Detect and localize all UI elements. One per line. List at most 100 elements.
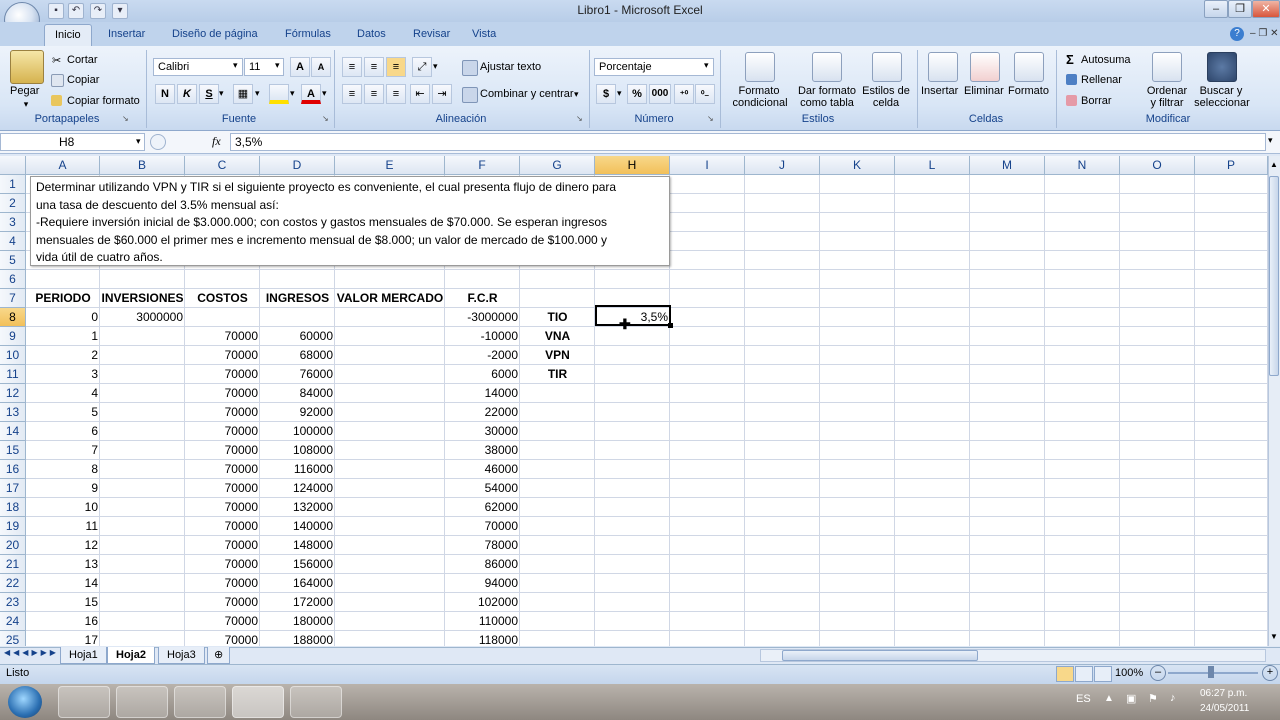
format-as-table-label-1[interactable]: Dar formato [794,85,860,97]
row-header-24[interactable]: 24 [0,612,26,631]
cell-costos[interactable] [185,308,260,327]
decrease-decimal-icon[interactable]: ⁰₋ [695,84,715,104]
row-header-2[interactable]: 2 [0,194,26,213]
cell-inversiones[interactable] [100,441,185,460]
tab-insertar[interactable]: Insertar [98,24,155,45]
fill-color-icon[interactable] [269,84,289,104]
cell-costos[interactable]: 70000 [185,536,260,555]
cell-inversiones[interactable] [100,422,185,441]
cell-ingresos[interactable]: 124000 [260,479,335,498]
cell-inversiones[interactable] [100,536,185,555]
conditional-format-icon[interactable] [745,52,775,82]
row-header-6[interactable]: 6 [0,270,26,289]
row-header-20[interactable]: 20 [0,536,26,555]
cell-ingresos[interactable]: 188000 [260,631,335,646]
grow-font-icon[interactable]: A [290,57,310,77]
cell-inversiones[interactable] [100,498,185,517]
clock-date[interactable]: 24/05/2011 [1200,703,1249,714]
label-tio[interactable]: TIO [520,308,595,327]
cell-inversiones[interactable] [100,403,185,422]
cell-periodo[interactable]: 6 [26,422,100,441]
scroll-up-icon[interactable]: ▲ [1269,160,1279,172]
tab-inicio[interactable]: Inicio [44,24,92,46]
cell-inversiones[interactable] [100,593,185,612]
cell-periodo[interactable]: 12 [26,536,100,555]
row-header-10[interactable]: 10 [0,346,26,365]
row-header-7[interactable]: 7 [0,289,26,308]
orientation-icon[interactable]: ⤢ [412,57,432,77]
cell-periodo[interactable]: 11 [26,517,100,536]
cell-ingresos[interactable]: 100000 [260,422,335,441]
cell-inversiones[interactable] [100,384,185,403]
tab-diseno-pagina[interactable]: Diseño de página [162,24,268,45]
network-icon[interactable]: ▣ [1126,692,1136,705]
select-all-corner[interactable] [0,156,26,175]
align-center-icon[interactable]: ≡ [364,84,384,104]
explorer-icon[interactable] [116,686,168,718]
tab-datos[interactable]: Datos [347,24,396,45]
label-tir[interactable]: TIR [520,365,595,384]
clipboard-launcher-icon[interactable]: ↘ [122,114,129,123]
zoom-slider-thumb[interactable] [1208,666,1214,678]
sort-filter-label-2[interactable]: y filtrar [1142,97,1192,109]
header-fcr[interactable]: F.C.R [445,289,520,308]
row-header-22[interactable]: 22 [0,574,26,593]
cell-ingresos[interactable]: 132000 [260,498,335,517]
cell-inversiones[interactable] [100,479,185,498]
increase-decimal-icon[interactable]: ⁺⁰ [674,84,694,104]
cell-inversiones[interactable]: 3000000 [100,308,185,327]
cell-costos[interactable]: 70000 [185,346,260,365]
insert-function-button[interactable]: fx [212,134,221,149]
cell-periodo[interactable]: 7 [26,441,100,460]
ribbon-window-controls[interactable]: – ❐ ✕ [1250,28,1278,39]
cell-styles-label-2[interactable]: celda [858,97,914,109]
cell-fcr[interactable]: -2000 [445,346,520,365]
scroll-down-icon[interactable]: ▼ [1269,632,1279,644]
cell-periodo[interactable]: 2 [26,346,100,365]
volume-icon[interactable]: ♪ [1170,692,1176,704]
column-header-e[interactable]: E [335,156,445,175]
percent-button[interactable]: % [627,84,647,104]
cell-costos[interactable]: 70000 [185,365,260,384]
cell-costos[interactable]: 70000 [185,612,260,631]
cell-inversiones[interactable] [100,631,185,646]
column-header-p[interactable]: P [1195,156,1268,175]
number-launcher-icon[interactable]: ↘ [707,114,714,123]
cell-periodo[interactable]: 14 [26,574,100,593]
cell-fcr[interactable]: -3000000 [445,308,520,327]
cell-periodo[interactable]: 3 [26,365,100,384]
row-header-13[interactable]: 13 [0,403,26,422]
font-name-combo[interactable]: Calibri [153,58,243,76]
cell-inversiones[interactable] [100,327,185,346]
cell-ingresos[interactable]: 172000 [260,593,335,612]
format-painter-icon[interactable] [51,95,62,106]
find-select-label-2[interactable]: seleccionar [1190,97,1254,109]
autosum-icon[interactable]: Σ [1066,52,1074,67]
cell-ingresos[interactable]: 68000 [260,346,335,365]
maximize-button[interactable]: ❐ [1228,0,1252,18]
cell-inversiones[interactable] [100,460,185,479]
cell-fcr[interactable]: 118000 [445,631,520,646]
page-break-view-icon[interactable] [1094,666,1112,682]
align-middle-icon[interactable]: ≡ [364,57,384,77]
italic-button[interactable]: K [177,84,197,104]
underline-button[interactable]: S [199,84,219,104]
row-header-21[interactable]: 21 [0,555,26,574]
sheet-tab-hoja2[interactable]: Hoja2 [107,647,155,664]
cell-inversiones[interactable] [100,346,185,365]
cell-ingresos[interactable]: 76000 [260,365,335,384]
cell-costos[interactable]: 70000 [185,631,260,646]
align-right-icon[interactable]: ≡ [386,84,406,104]
cell-ingresos[interactable] [260,308,335,327]
formula-input[interactable]: 3,5% [230,133,1266,151]
fill-color-dropdown-icon[interactable]: ▾ [290,88,295,99]
cell-costos[interactable]: 70000 [185,498,260,517]
media-player-icon[interactable] [174,686,226,718]
cell-costos[interactable]: 70000 [185,403,260,422]
shrink-font-icon[interactable]: A [311,57,331,77]
cell-ingresos[interactable]: 116000 [260,460,335,479]
merge-center-button[interactable]: Combinar y centrar [480,88,574,100]
row-header-9[interactable]: 9 [0,327,26,346]
row-header-1[interactable]: 1 [0,175,26,194]
row-header-25[interactable]: 25 [0,631,26,646]
